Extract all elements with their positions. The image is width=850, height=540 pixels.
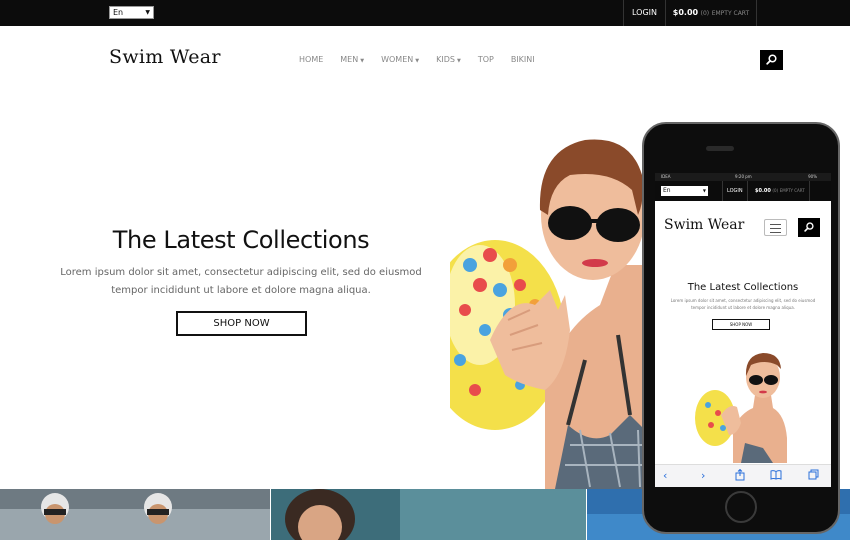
- phone-language-value: En: [663, 187, 671, 194]
- language-select[interactable]: En ▼: [109, 6, 154, 19]
- phone-site-logo[interactable]: Swim Wear: [664, 217, 744, 233]
- shop-now-button[interactable]: SHOP NOW: [176, 311, 307, 336]
- main-nav: HOME MEN ▼ WOMEN ▼ KIDS ▼ TOP BIKINI: [299, 55, 552, 64]
- chevron-down-icon: ▼: [145, 9, 150, 16]
- nav-label: TOP: [477, 55, 494, 64]
- forward-icon[interactable]: ›: [701, 469, 705, 483]
- nav-item-men[interactable]: MEN ▼: [340, 55, 364, 64]
- phone-cart-count: (0): [772, 188, 779, 193]
- browser-toolbar: ‹ ›: [655, 464, 831, 487]
- phone-cart-link[interactable]: $0.00 (0) EMPTY CART: [751, 181, 810, 201]
- hamburger-menu-button[interactable]: [764, 219, 787, 236]
- phone-shop-now-button[interactable]: SHOP NOW: [712, 319, 770, 330]
- search-icon: [804, 222, 814, 232]
- site-logo[interactable]: Swim Wear: [109, 46, 221, 68]
- nav-label: KIDS: [436, 55, 455, 64]
- tabs-icon[interactable]: [808, 469, 819, 484]
- search-button[interactable]: [760, 50, 783, 70]
- share-icon[interactable]: [735, 468, 745, 485]
- back-icon[interactable]: ‹: [663, 469, 667, 483]
- phone-language-select[interactable]: En ▼: [661, 186, 708, 196]
- hero-title: The Latest Collections: [112, 226, 370, 254]
- cart-link[interactable]: $0.00 (0) EMPTY CART: [666, 0, 757, 26]
- phone-mockup: IDEA 9:20 pm 90% En ▼ LOGIN $0.00 (0) EM…: [642, 122, 840, 534]
- hero-text: Lorem ipsum dolor sit amet, consectetur …: [60, 267, 422, 296]
- speaker-grille: [706, 146, 734, 151]
- phone-cart-empty: EMPTY CART: [779, 188, 805, 193]
- phone-hero-text: Lorem ipsum dolor sit amet, consectetur …: [670, 298, 816, 310]
- search-icon: [766, 54, 777, 65]
- cart-count: (0): [700, 10, 710, 17]
- nav-item-home[interactable]: HOME: [299, 55, 323, 64]
- language-value: En: [113, 8, 124, 17]
- phone-cart-amount: $0.00: [755, 188, 771, 194]
- nav-item-bikini[interactable]: BIKINI: [511, 55, 535, 64]
- nav-label: WOMEN: [381, 55, 414, 64]
- nav-label: MEN: [340, 55, 359, 64]
- status-time: 9:20 pm: [735, 174, 752, 179]
- phone-hero-title: The Latest Collections: [687, 282, 799, 293]
- top-bar: En ▼ LOGIN $0.00 (0) EMPTY CART: [0, 0, 850, 26]
- nav-item-women[interactable]: WOMEN ▼: [381, 55, 419, 64]
- menu-bar: [770, 224, 781, 225]
- phone-home-button: [725, 491, 757, 523]
- phone-search-button[interactable]: [798, 218, 820, 237]
- nav-label: HOME: [299, 55, 324, 64]
- phone-status-bar: IDEA 9:20 pm 90%: [655, 173, 831, 181]
- nav-item-top[interactable]: TOP: [478, 55, 494, 64]
- chevron-down-icon: ▼: [702, 188, 706, 193]
- cart-amount: $0.00: [672, 8, 699, 17]
- caret-down-icon: ▼: [415, 58, 420, 64]
- phone-login-link[interactable]: LOGIN: [722, 181, 748, 201]
- caret-down-icon: ▼: [456, 58, 461, 64]
- phone-top-bar: En ▼ LOGIN $0.00 (0) EMPTY CART: [655, 181, 831, 201]
- phone-screen: IDEA 9:20 pm 90% En ▼ LOGIN $0.00 (0) EM…: [655, 173, 831, 487]
- nav-item-kids[interactable]: KIDS ▼: [436, 55, 461, 64]
- login-link[interactable]: LOGIN: [623, 0, 666, 26]
- phone-hero-photo: [693, 343, 793, 463]
- status-carrier: IDEA: [661, 174, 671, 179]
- menu-bar: [770, 232, 781, 233]
- caret-down-icon: ▼: [360, 58, 365, 64]
- bookmarks-icon[interactable]: [770, 469, 782, 484]
- cart-empty-label: EMPTY CART: [711, 10, 750, 17]
- status-battery: 90%: [808, 174, 817, 179]
- menu-bar: [770, 228, 781, 229]
- nav-label: BIKINI: [510, 55, 535, 64]
